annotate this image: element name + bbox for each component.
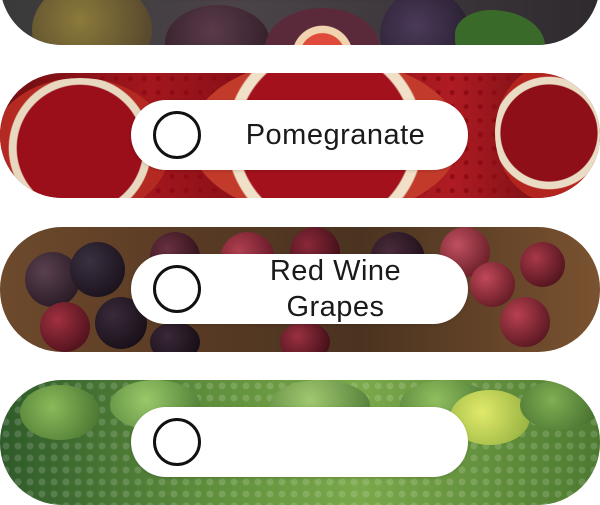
option-label: Pomegranate: [245, 119, 426, 151]
radio-button[interactable]: [153, 265, 201, 313]
option-pill[interactable]: Pomegranate: [131, 100, 468, 170]
option-label: Red Wine Grapes: [269, 255, 402, 323]
option-pill[interactable]: [131, 407, 468, 477]
option-card-fig[interactable]: [0, 0, 600, 45]
option-pill[interactable]: Red Wine Grapes: [131, 254, 468, 324]
fig-photo: [0, 0, 600, 45]
radio-button[interactable]: [153, 111, 201, 159]
option-card-lime[interactable]: [0, 380, 600, 505]
option-card-pomegranate[interactable]: Pomegranate: [0, 73, 600, 198]
option-card-red-wine-grapes[interactable]: Red Wine Grapes: [0, 227, 600, 352]
radio-button[interactable]: [153, 418, 201, 466]
